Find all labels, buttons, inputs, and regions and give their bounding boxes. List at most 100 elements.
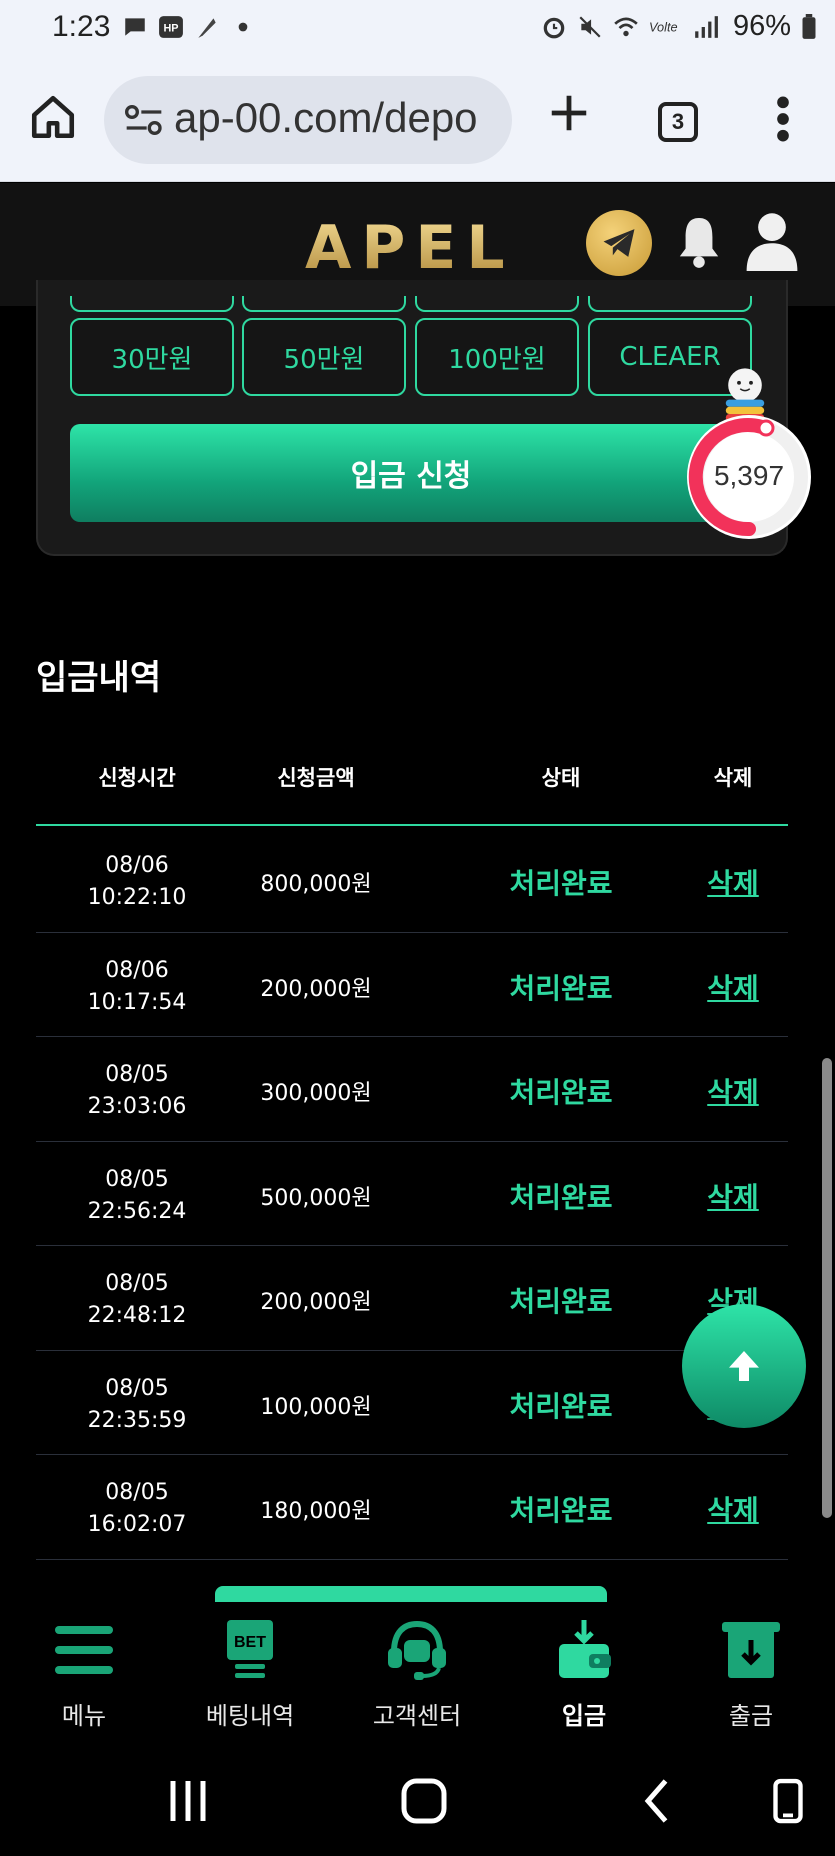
cell-time-value: 22:56:24	[87, 1198, 187, 1224]
bottom-navigation: 메뉴 BET 베팅내역 고객센터 입금 출금	[0, 1602, 835, 1746]
cell-time-value: 22:48:12	[87, 1303, 187, 1328]
delete-link[interactable]: 삭제	[686, 967, 780, 1007]
cell-amount: 100,000원	[260, 1394, 372, 1420]
back-icon[interactable]	[628, 1776, 688, 1826]
cell-date: 08/05	[105, 1271, 169, 1296]
feather-icon	[198, 18, 216, 38]
column-header-amount: 신청금액	[277, 766, 355, 790]
cell-time-value: 22:35:59	[87, 1407, 187, 1433]
table-row: 08/05 16:02:07 180,000원 처리완료 삭제	[36, 1455, 788, 1560]
delete-link[interactable]: 삭제	[686, 1071, 780, 1111]
cell-request-time: 08/06 10:17:54	[72, 955, 202, 1019]
wallet-icon	[559, 1620, 611, 1678]
floating-counter-widget[interactable]: 5,397	[684, 360, 814, 550]
cell-time-value: 23:03:06	[87, 1094, 187, 1119]
amount-button-partial[interactable]	[588, 296, 752, 312]
nav-item-deposit[interactable]: 입금	[501, 1618, 667, 1731]
volte-icon: Volte	[649, 19, 678, 34]
battery-percent: 96%	[732, 10, 791, 42]
status-time: 1:23	[52, 10, 111, 43]
site-logo[interactable]: APEL	[305, 213, 515, 283]
mute-icon	[579, 15, 601, 38]
status-system-icons: Volte 96%	[541, 10, 817, 43]
cell-time-value: 10:17:54	[87, 989, 187, 1015]
nav-item-menu[interactable]: 메뉴	[1, 1618, 167, 1731]
cell-request-time: 08/05 22:48:12	[72, 1268, 202, 1332]
recent-apps-icon[interactable]	[158, 1776, 218, 1826]
cell-status: 처리완료	[509, 867, 613, 900]
column-header-delete: 삭제	[713, 766, 753, 790]
cell-date: 08/06	[105, 957, 169, 983]
arrow-up-icon	[729, 1351, 759, 1381]
cell-time-value: 16:02:07	[87, 1512, 187, 1537]
cell-status: 처리완료	[509, 1180, 613, 1214]
table-row: 08/06 10:17:54 200,000원 처리완료 삭제	[36, 933, 788, 1037]
nav-label-support: 고객센터	[372, 1702, 462, 1730]
url-text[interactable]: ap-00.com/depo	[174, 94, 504, 142]
system-navigation-bar	[0, 1746, 835, 1856]
amount-button-100[interactable]: 100만원	[415, 318, 579, 396]
more-options-icon[interactable]	[768, 94, 798, 144]
nav-label-withdraw: 출금	[728, 1702, 774, 1730]
nav-item-withdraw[interactable]: 출금	[668, 1618, 834, 1731]
delete-link[interactable]: 삭제	[686, 1176, 780, 1216]
amount-button-30[interactable]: 30만원	[70, 318, 234, 396]
status-bar: 1:23 HP Volte 96%	[0, 0, 835, 62]
new-tab-icon[interactable]	[546, 90, 592, 136]
cell-request-time: 08/05 22:56:24	[72, 1164, 202, 1228]
table-row: 08/0522:35:59100,000원처리완료삭제	[36, 1351, 788, 1455]
page-scrollbar[interactable]	[822, 1058, 832, 1518]
cell-request-time: 08/05 16:02:07	[72, 1477, 202, 1541]
table-row: 08/05 22:56:24 500,000원 처리완료 삭제	[36, 1142, 788, 1246]
cell-date: 08/05	[105, 1166, 169, 1192]
cell-amount: 200,000원	[260, 976, 372, 1002]
cell-date: 08/06	[105, 853, 169, 878]
delete-link[interactable]: 삭제	[686, 1489, 780, 1529]
cell-request-time: 08/06 10:22:10	[72, 850, 202, 914]
cell-status: 처리완료	[509, 1389, 613, 1423]
address-bar[interactable]: ap-00.com/depo	[104, 76, 512, 164]
status-notification-icons: HP	[122, 14, 256, 40]
cell-amount: 800,000원	[260, 872, 372, 897]
nav-label-menu: 메뉴	[61, 1702, 107, 1730]
amount-button-50[interactable]: 50만원	[242, 318, 406, 396]
bell-icon[interactable]	[676, 213, 722, 269]
cell-amount: 180,000원	[260, 1499, 372, 1524]
cell-date: 08/05	[105, 1062, 169, 1087]
telegram-icon	[603, 229, 635, 257]
message-icon	[125, 18, 145, 36]
keyboard-toggle-icon[interactable]	[758, 1776, 818, 1826]
nav-label-bet-history: 베팅내역	[205, 1702, 295, 1730]
cell-amount: 300,000원	[260, 1081, 372, 1106]
nav-item-bet-history[interactable]: BET 베팅내역	[167, 1618, 333, 1731]
cell-status: 처리완료	[509, 1285, 613, 1318]
tab-switcher-button[interactable]: 3	[658, 102, 698, 142]
deposit-submit-button[interactable]: 입금 신청	[70, 424, 752, 522]
svg-text:BET: BET	[234, 1634, 266, 1651]
nav-item-support[interactable]: 고객센터	[334, 1618, 500, 1731]
scroll-to-top-button[interactable]	[682, 1304, 806, 1428]
cell-status: 처리완료	[509, 1494, 613, 1527]
amount-button-partial[interactable]	[242, 296, 406, 312]
cell-request-time: 08/05 23:03:06	[72, 1059, 202, 1123]
telegram-button[interactable]	[586, 210, 652, 276]
site-settings-icon[interactable]	[124, 104, 164, 136]
home-icon[interactable]	[28, 92, 78, 142]
column-header-time: 신청시간	[98, 766, 176, 790]
withdraw-icon	[722, 1622, 780, 1678]
table-row: 08/06 10:22:10 800,000원 처리완료 삭제	[36, 828, 788, 933]
headset-icon	[388, 1620, 446, 1680]
wifi-icon	[614, 17, 638, 36]
amount-button-partial[interactable]	[415, 296, 579, 312]
amount-button-partial[interactable]	[70, 296, 234, 312]
cell-status: 처리완료	[509, 971, 613, 1005]
amount-buttons-previous-row	[70, 296, 752, 312]
tab-count: 3	[671, 109, 685, 134]
browser-toolbar: ap-00.com/depo 3	[0, 62, 835, 182]
home-button-icon[interactable]	[394, 1776, 454, 1826]
user-icon[interactable]	[744, 211, 800, 271]
dot-icon	[238, 22, 248, 32]
table-row: 08/05 23:03:06 300,000원 처리완료 삭제	[36, 1037, 788, 1142]
delete-link[interactable]: 삭제	[686, 862, 780, 902]
svg-text:Volte: Volte	[649, 19, 678, 34]
